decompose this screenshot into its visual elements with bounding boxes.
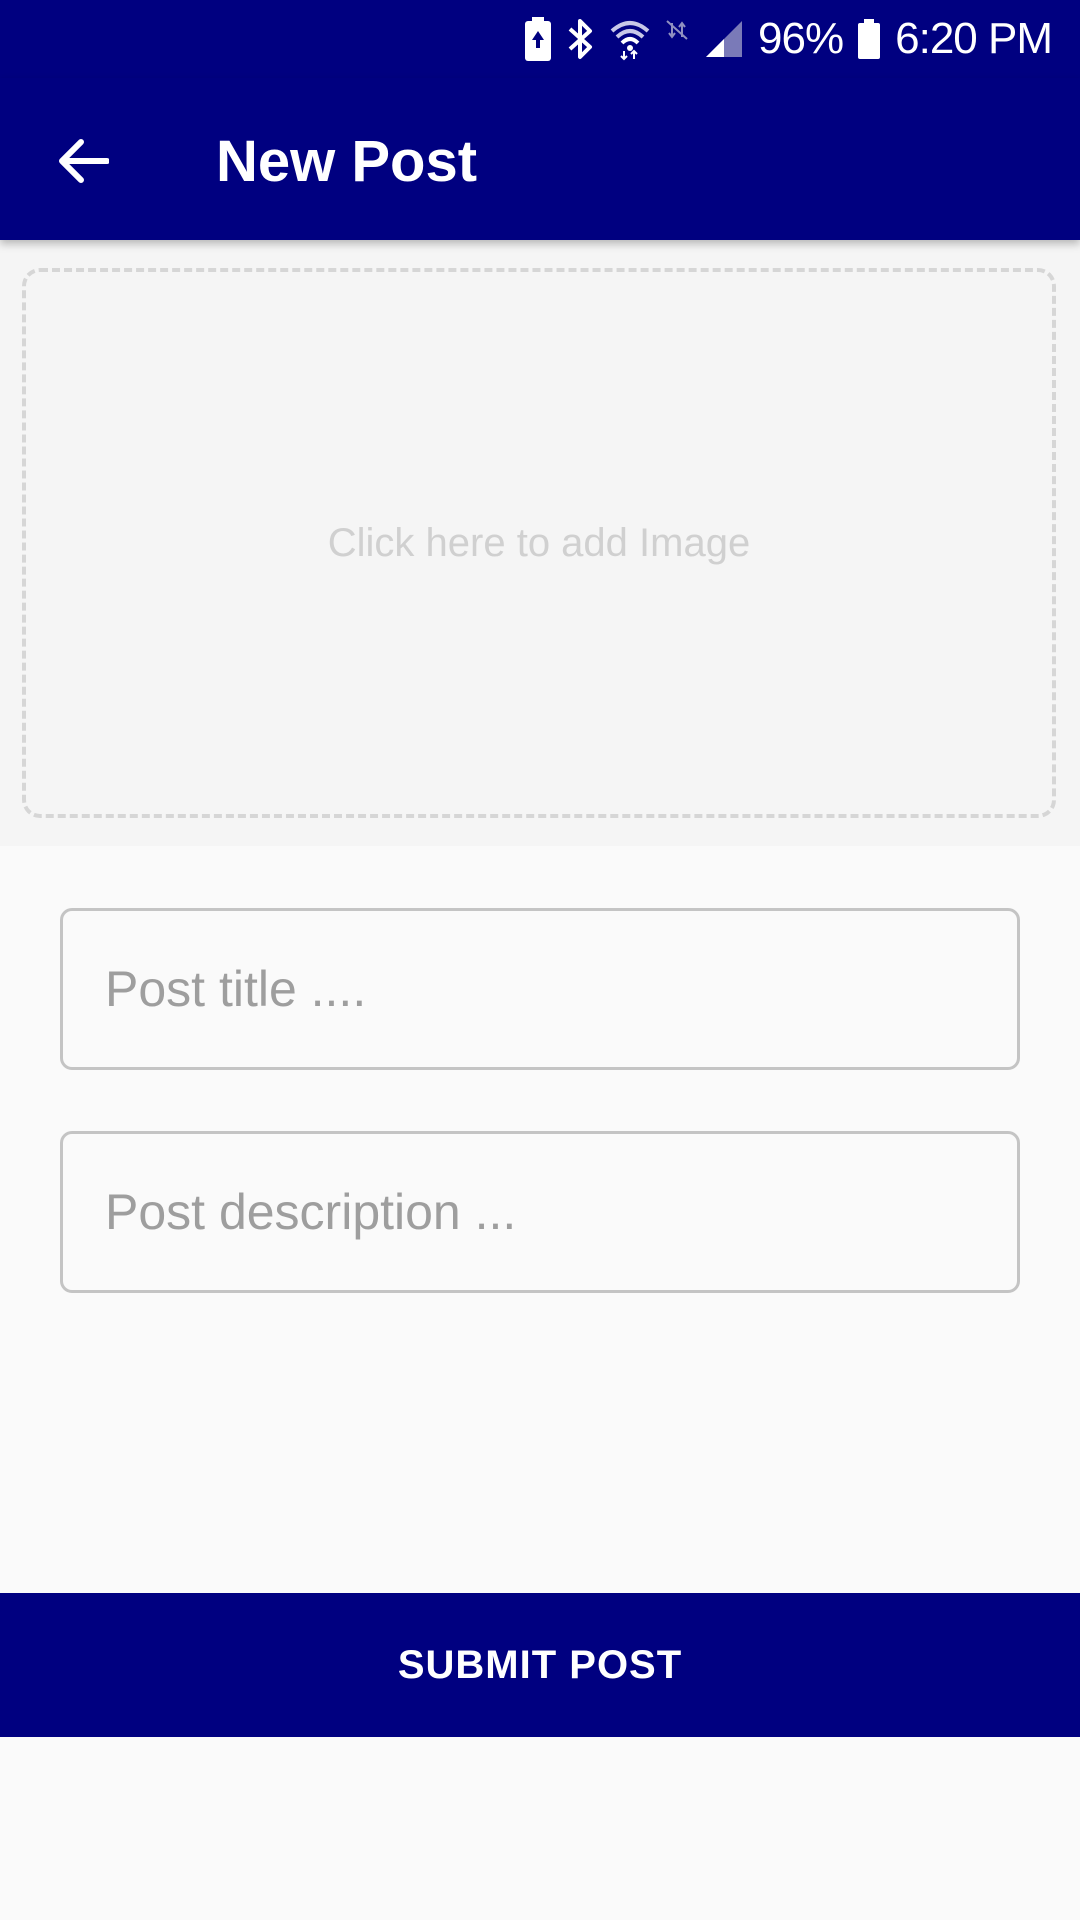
- clock: 6:20 PM: [895, 14, 1053, 63]
- add-image-dropzone[interactable]: Click here to add Image: [22, 268, 1056, 818]
- back-button[interactable]: [40, 118, 126, 204]
- data-off-icon: [664, 17, 690, 61]
- signal-icon: [704, 17, 744, 61]
- arrow-left-icon: [59, 139, 109, 183]
- battery-percent: 96%: [758, 14, 844, 63]
- battery-icon: [857, 17, 881, 61]
- battery-saver-icon: [524, 17, 552, 61]
- wifi-icon: [610, 17, 650, 61]
- app-bar: New Post: [0, 78, 1080, 240]
- post-description-input[interactable]: [60, 1131, 1020, 1293]
- bluetooth-icon: [566, 17, 596, 61]
- page-title: New Post: [216, 129, 478, 194]
- add-image-label: Click here to add Image: [327, 520, 751, 565]
- image-picker-area: Click here to add Image: [0, 240, 1080, 846]
- post-title-input[interactable]: [60, 908, 1020, 1070]
- submit-post-button[interactable]: SUBMIT POST: [0, 1593, 1080, 1737]
- new-post-screen: 96% 6:20 PM New Post Click here to add I…: [0, 0, 1080, 1920]
- status-bar: 96% 6:20 PM: [0, 0, 1080, 78]
